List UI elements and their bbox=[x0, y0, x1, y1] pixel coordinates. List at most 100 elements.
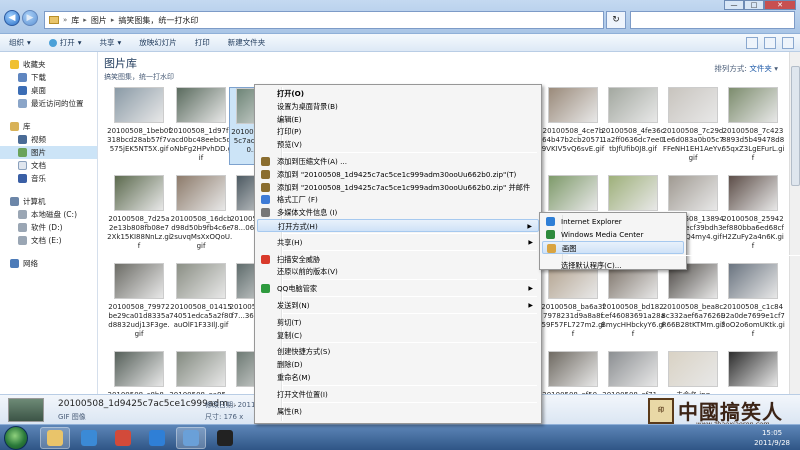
file-item[interactable]: 20100508_1d97f9acd0bc48eebc5doNbFg2HPvhD… bbox=[169, 87, 233, 165]
nav-item-documents[interactable]: 文档 bbox=[0, 159, 97, 172]
nav-item-videos[interactable]: 视频 bbox=[0, 133, 97, 146]
menu-item[interactable]: 共享(H) ▶ bbox=[257, 236, 539, 249]
preview-pane-button[interactable] bbox=[764, 37, 776, 49]
taskbar-app-ie[interactable] bbox=[142, 427, 172, 449]
search-input[interactable] bbox=[630, 11, 795, 29]
menu-separator bbox=[568, 255, 800, 256]
nav-item-pictures[interactable]: 图片 bbox=[0, 146, 97, 159]
nav-network[interactable]: 网络 bbox=[0, 257, 97, 270]
menu-item[interactable]: 添加到压缩文件(A) ... bbox=[257, 155, 539, 168]
file-thumbnail bbox=[668, 175, 718, 211]
menu-item[interactable]: 格式工厂 (F) bbox=[257, 193, 539, 206]
taskbar-app-chrome[interactable] bbox=[108, 427, 138, 449]
menu-item[interactable]: 复制(C) bbox=[257, 329, 539, 342]
security-icon bbox=[81, 430, 97, 446]
menu-item[interactable]: 发送到(N) ▶ bbox=[257, 299, 539, 312]
nav-item-downloads[interactable]: 下载 bbox=[0, 71, 97, 84]
clock-time: 15:05 bbox=[761, 429, 783, 437]
maximize-button[interactable]: □ bbox=[744, 0, 764, 10]
file-item[interactable]: 20100508_4ce7b64b47b2cb205719VKIV5vQ6svE… bbox=[541, 87, 605, 165]
menu-item[interactable]: 创建快捷方式(S) bbox=[257, 345, 539, 358]
menu-item[interactable]: 设置为桌面背景(B) bbox=[257, 100, 539, 113]
menu-item[interactable]: Windows Media Center bbox=[542, 228, 684, 241]
nav-libraries[interactable]: 库 bbox=[0, 120, 97, 133]
menu-item[interactable]: 还原以前的版本(V) bbox=[257, 265, 539, 278]
organize-button[interactable]: 组织 ▾ bbox=[0, 37, 40, 48]
file-item[interactable]: 20100508_0141574051edca5a2f80auOlF1F33Il… bbox=[169, 263, 233, 341]
breadcrumb-item[interactable]: 搞笑图集，统一打水印 bbox=[118, 15, 198, 26]
arrange-dropdown[interactable]: 文件夹 bbox=[749, 64, 772, 73]
back-button[interactable]: ◀ bbox=[4, 10, 20, 26]
share-button[interactable]: 共享 ▾ bbox=[91, 37, 131, 48]
file-item[interactable]: 20100508_7c4238893d5b49478d865qxZ3LgEFur… bbox=[721, 87, 785, 165]
print-button[interactable]: 打印 bbox=[186, 37, 219, 48]
menu-item-label: 剪切(T) bbox=[277, 317, 302, 327]
menu-item[interactable]: 打开文件位置(I) bbox=[257, 388, 539, 401]
scrollbar-thumb[interactable] bbox=[791, 66, 800, 186]
menu-item[interactable]: 画图 bbox=[542, 241, 684, 254]
nav-computer[interactable]: 计算机 bbox=[0, 195, 97, 208]
breadcrumb-item[interactable]: 库 bbox=[71, 15, 79, 26]
view-options-button[interactable] bbox=[746, 37, 758, 49]
vertical-scrollbar[interactable] bbox=[789, 52, 800, 394]
menu-item[interactable]: 多媒体文件信息 (I) bbox=[257, 206, 539, 219]
menu-item[interactable]: 打开(O) bbox=[257, 87, 539, 100]
file-item[interactable]: 20100508_bea8c8c332aef6a7626LR66B28tKTMm… bbox=[661, 263, 725, 341]
refresh-button[interactable]: ↻ bbox=[606, 11, 626, 29]
nav-item-desktop[interactable]: 桌面 bbox=[0, 84, 97, 97]
menu-item[interactable]: Internet Explorer bbox=[542, 215, 684, 228]
taskbar-app-qq[interactable] bbox=[210, 427, 240, 449]
taskbar-app-explorer-window[interactable] bbox=[176, 427, 206, 449]
menu-item-label: 共享(H) bbox=[277, 237, 303, 247]
file-item[interactable]: 20100508_c1c8492a0de7699e1cf73oO2o6omUKt… bbox=[721, 263, 785, 341]
menu-item[interactable]: 添加到 "20100508_1d9425c7ac5ce1c999adm30ooU… bbox=[257, 181, 539, 194]
nav-item-drive-d[interactable]: 软件 (D:) bbox=[0, 221, 97, 234]
menu-item[interactable]: QQ电脑管家 ▶ bbox=[257, 282, 539, 295]
address-bar[interactable]: » 库 ▸ 图片 ▸ 搞笑图集，统一打水印 bbox=[44, 11, 604, 29]
menu-item[interactable]: 选择默认程序(C)... bbox=[542, 259, 684, 272]
file-item[interactable]: 20100508_bd182cef46083691a28aBmycHHbckyY… bbox=[601, 263, 665, 341]
open-button[interactable]: 打开 ▾ bbox=[40, 37, 91, 48]
minimize-button[interactable]: — bbox=[724, 0, 744, 10]
start-button[interactable] bbox=[4, 426, 28, 450]
file-thumbnail bbox=[114, 175, 164, 211]
slideshow-button[interactable]: 放映幻灯片 bbox=[130, 37, 186, 48]
nav-item-drive-e[interactable]: 文档 (E:) bbox=[0, 234, 97, 247]
taskbar-app-explorer[interactable] bbox=[40, 427, 70, 449]
nav-item-recent[interactable]: 最近访问的位置 bbox=[0, 97, 97, 110]
file-item[interactable]: 20100508_1beb0f318bcd28ab57f7v575jEK5NT5… bbox=[107, 87, 171, 165]
menu-item[interactable]: 预览(V) bbox=[257, 138, 539, 151]
breadcrumb-item[interactable]: 图片 bbox=[91, 15, 107, 26]
file-item[interactable]: 20100508_25942ef880bba6ed68cfH2ZuFy2a4n6… bbox=[721, 175, 785, 253]
forward-button[interactable]: ▶ bbox=[22, 10, 38, 26]
new-folder-button[interactable]: 新建文件夹 bbox=[219, 37, 275, 48]
menu-item[interactable]: 删除(D) bbox=[257, 358, 539, 371]
nav-favorites[interactable]: 收藏夹 bbox=[0, 58, 97, 71]
file-item[interactable]: 20100508_ba6a3f7978231d9a8a8f59F57FL727m… bbox=[541, 263, 605, 341]
menu-item[interactable]: 编辑(E) bbox=[257, 113, 539, 126]
file-thumbnail bbox=[668, 87, 718, 123]
file-item[interactable]: 20100508_79972be29ca01d8335ad8832udj13F3… bbox=[107, 263, 171, 341]
help-button[interactable] bbox=[782, 37, 794, 49]
menu-item[interactable]: 添加到 "20100508_1d9425c7ac5ce1c999adm30ooU… bbox=[257, 168, 539, 181]
menu-item[interactable]: 属性(R) bbox=[257, 405, 539, 418]
menu-item[interactable]: 剪切(T) bbox=[257, 316, 539, 329]
file-item[interactable]: 20100508_7c29d1e6d083a0b05c7FFeNH1EH1AeY… bbox=[661, 87, 725, 165]
file-item[interactable]: 20100508_4fe36c1a2ff0636dc7ee0tbJfUfib0J… bbox=[601, 87, 665, 165]
close-button[interactable]: ✕ bbox=[764, 0, 796, 10]
nav-label: 计算机 bbox=[23, 197, 46, 206]
menu-item[interactable]: 打开方式(H) ▶ bbox=[257, 219, 539, 232]
library-subtitle[interactable]: 搞笑图集，统一打水印 bbox=[104, 72, 174, 82]
clock[interactable]: 15:05 2011/9/28 bbox=[754, 428, 790, 448]
nav-label: 音乐 bbox=[31, 174, 46, 183]
menu-item[interactable]: 重命名(M) bbox=[257, 371, 539, 384]
nav-item-music[interactable]: 音乐 bbox=[0, 172, 97, 185]
nav-item-drive-c[interactable]: 本地磁盘 (C:) bbox=[0, 208, 97, 221]
menu-item[interactable]: 扫描安全威胁 bbox=[257, 253, 539, 266]
submenu-arrow-icon: ▶ bbox=[528, 238, 533, 246]
menu-item[interactable]: 打印(P) bbox=[257, 125, 539, 138]
menu-item-icon bbox=[546, 230, 555, 239]
file-item[interactable]: 20100508_7d25a2e13b808fb08e72Xk15KI88NnL… bbox=[107, 175, 171, 253]
taskbar-app-security[interactable] bbox=[74, 427, 104, 449]
file-item[interactable]: 20100508_16dcbd98d50b9fb4c6e2suvqMsXxOQo… bbox=[169, 175, 233, 253]
